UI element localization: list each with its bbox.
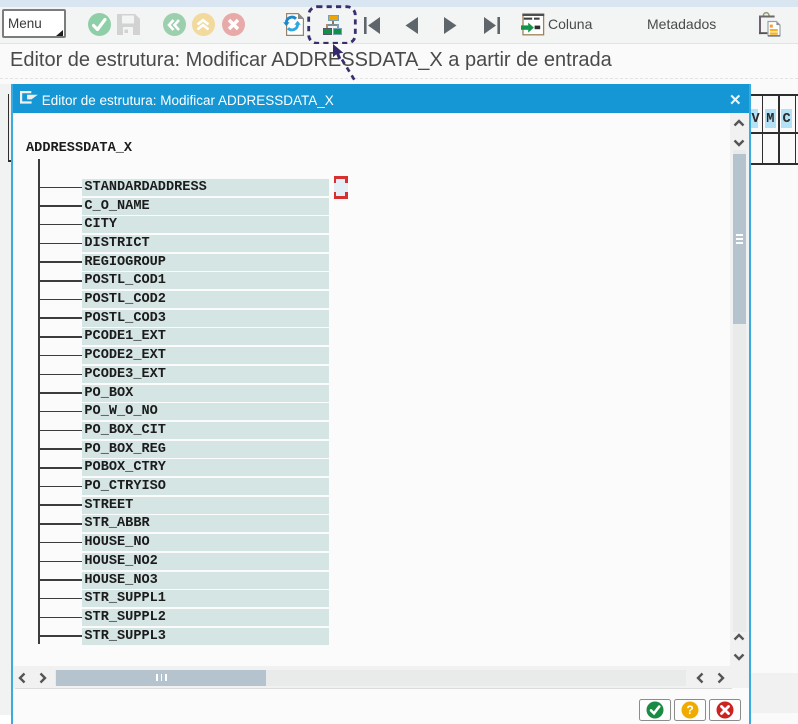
- svg-text:?: ?: [686, 703, 693, 717]
